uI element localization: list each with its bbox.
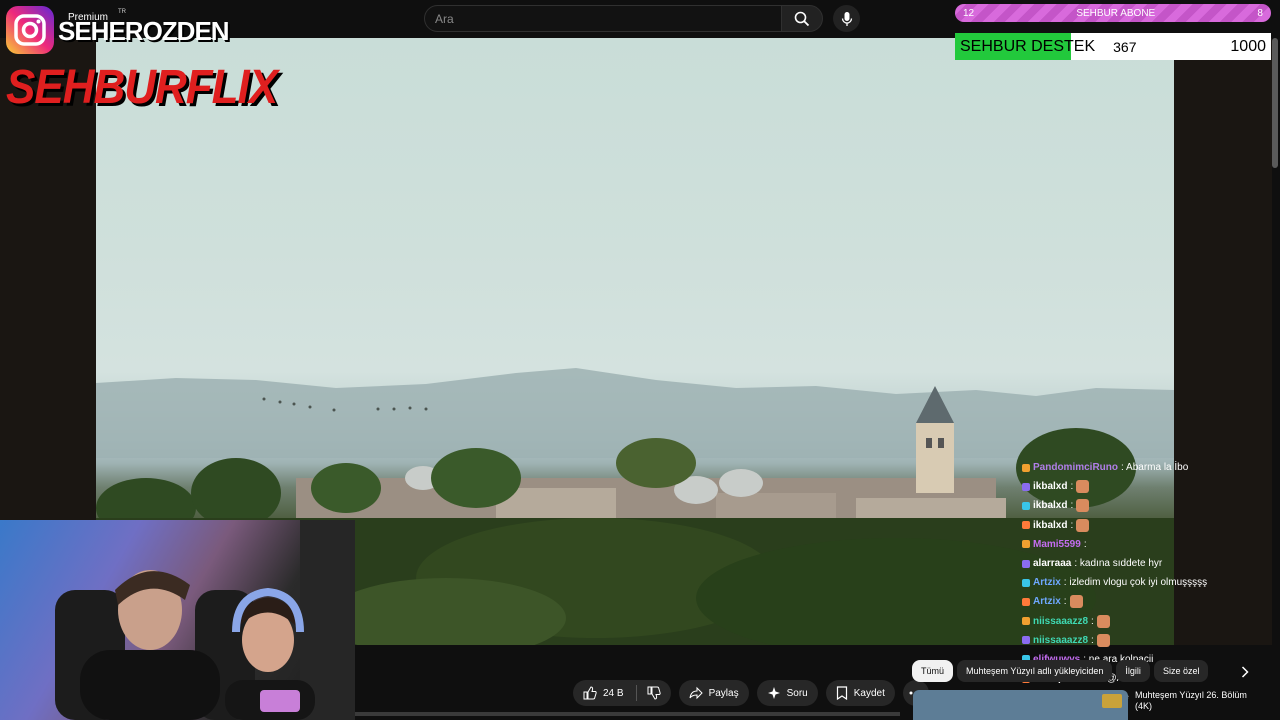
voice-search-button[interactable]: [833, 5, 860, 32]
chat-emote-icon: [1096, 614, 1110, 628]
donation-goal-bar: SEHBUR DESTEK 367 1000: [955, 33, 1271, 60]
quality-badge-icon: [1102, 694, 1122, 708]
chat-username: ikbalxd: [1033, 481, 1068, 493]
chat-username: niissaaazz8: [1033, 615, 1089, 627]
like-divider: [635, 685, 637, 701]
chat-text: :: [1083, 538, 1087, 550]
chat-message: Artzix : izledim vlogu çok iyi olmuşşşşş: [1022, 573, 1272, 592]
premium-region: TR: [118, 9, 126, 15]
chat-emote-icon: [1069, 595, 1083, 609]
ask-button[interactable]: Soru: [756, 680, 818, 706]
instagram-logo-icon: [6, 6, 54, 54]
chat-badge-icon: [1022, 617, 1030, 626]
search-icon: [794, 11, 810, 26]
webcam-feed: [0, 520, 355, 720]
chips-next-button[interactable]: [1236, 662, 1254, 682]
chat-username: PandomimciRuno: [1033, 462, 1119, 474]
thumbs-down-icon[interactable]: [647, 686, 661, 700]
subscriber-goal-bar: 12 SEHBUR ABONE 8: [955, 4, 1271, 22]
chat-text: :: [1091, 634, 1094, 646]
subscriber-goal-end: 8: [1257, 7, 1263, 19]
chat-emote-icon: [1076, 480, 1090, 494]
chip-for-you[interactable]: Size özel: [1153, 660, 1209, 682]
related-video-title-text: Muhteşem Yüzyıl 26. Bölüm: [1135, 690, 1247, 700]
chat-username: alarraaa: [1033, 558, 1072, 570]
related-video-title[interactable]: Muhteşem Yüzyıl 26. Bölüm (4K): [1135, 690, 1275, 712]
chat-text: :: [1070, 481, 1074, 493]
chat-message: ikbalxd :: [1022, 496, 1272, 515]
thumbs-up-icon: [583, 686, 597, 700]
chat-message: ikbalxd :: [1022, 477, 1272, 496]
save-button[interactable]: Kaydet: [825, 680, 895, 706]
microphone-icon: [841, 11, 852, 26]
chat-emote-icon: [1076, 499, 1090, 513]
related-video-subtitle: (4K): [1135, 701, 1153, 711]
chat-username: ikbalxd: [1033, 500, 1068, 512]
video-actions: 24 B Paylaş Soru Kaydet: [573, 680, 929, 706]
chat-message: niissaaazz8 :: [1022, 612, 1272, 631]
like-button[interactable]: 24 B: [573, 680, 671, 706]
chat-text: : Abarma la İbo: [1121, 462, 1189, 474]
chat-username: Artzix: [1033, 577, 1061, 589]
chat-badge-icon: [1022, 597, 1030, 606]
chat-username: Artzix: [1033, 596, 1061, 608]
chat-badge-icon: [1022, 501, 1030, 510]
chat-text: : kadına sıddete hyr: [1074, 558, 1163, 570]
related-filter-chips: Tümü Muhteşem Yüzyıl adlı yükleyiciden İ…: [912, 660, 1209, 682]
chip-from-uploader[interactable]: Muhteşem Yüzyıl adlı yükleyiciden: [957, 660, 1113, 682]
chat-message: Mami5599 :: [1022, 535, 1272, 554]
chat-badge-icon: [1022, 521, 1030, 530]
chat-badge-icon: [1022, 482, 1030, 491]
chat-badge-icon: [1022, 636, 1030, 645]
chevron-right-icon: [1241, 666, 1249, 678]
share-icon: [689, 686, 703, 700]
chat-message: ikbalxd :: [1022, 516, 1272, 535]
donation-goal-target: 1000: [1230, 37, 1266, 55]
chat-badge-icon: [1022, 463, 1030, 472]
chat-text: : izledim vlogu çok iyi olmuşşşşş: [1063, 577, 1208, 589]
brand-logo-text: SEHBURFLIX: [6, 60, 278, 114]
search-button[interactable]: [781, 5, 823, 32]
sparkle-icon: [767, 687, 780, 699]
share-label: Paylaş: [708, 687, 739, 699]
chat-text: :: [1070, 500, 1074, 512]
share-button[interactable]: Paylaş: [678, 680, 749, 706]
subscriber-goal-start: 12: [963, 7, 975, 19]
chat-badge-icon: [1022, 578, 1030, 587]
chat-emote-icon: [1096, 633, 1110, 647]
chat-text: :: [1063, 596, 1067, 608]
bookmark-icon: [836, 686, 847, 700]
donation-goal-current: 367: [1113, 38, 1137, 55]
search-input[interactable]: Ara: [424, 5, 782, 32]
subscriber-goal-label: SEHBUR ABONE: [1076, 7, 1156, 19]
search-placeholder: Ara: [435, 11, 454, 26]
like-count: 24 B: [603, 687, 624, 699]
chat-badge-icon: [1022, 540, 1030, 549]
chip-related[interactable]: İlgili: [1116, 660, 1150, 682]
video-progress-track[interactable]: [355, 712, 900, 716]
chat-emote-icon: [1076, 518, 1090, 532]
chat-text: :: [1070, 519, 1074, 531]
page-scrollbar[interactable]: [1272, 38, 1278, 168]
chat-message: Artzix :: [1022, 592, 1272, 611]
chat-username: Mami5599: [1033, 538, 1081, 550]
ask-label: Soru: [786, 687, 808, 699]
chat-badge-icon: [1022, 559, 1030, 568]
save-label: Kaydet: [853, 687, 885, 699]
chat-username: niissaaazz8: [1033, 634, 1089, 646]
donation-goal-label: SEHBUR DESTEK: [960, 37, 1096, 55]
webcam-scene: [55, 520, 355, 720]
related-video-thumbnail[interactable]: [913, 690, 1128, 720]
chip-all[interactable]: Tümü: [912, 660, 954, 682]
chat-message: alarraaa : kadına sıddete hyr: [1022, 554, 1272, 573]
chat-username: ikbalxd: [1033, 519, 1068, 531]
chat-message: niissaaazz8 :: [1022, 631, 1272, 650]
premium-label: Premium: [68, 12, 109, 23]
chat-text: :: [1091, 615, 1094, 627]
chat-message: PandomimciRuno : Abarma la İbo: [1022, 458, 1272, 477]
